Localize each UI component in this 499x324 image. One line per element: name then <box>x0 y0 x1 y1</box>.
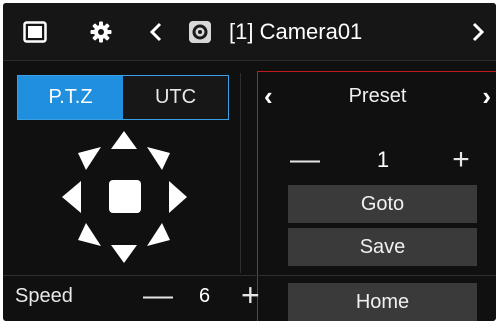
speed-value: 6 <box>199 285 211 307</box>
speed-label: Speed <box>15 285 73 307</box>
panel-divider <box>240 73 241 273</box>
camera-icon <box>183 3 217 61</box>
center-stop-button[interactable] <box>109 180 141 213</box>
preset-panel: ‹ Preset › — 1 + Goto Save Home <box>257 71 496 321</box>
speed-decrement-button[interactable]: — <box>143 279 173 313</box>
preset-decrement-button[interactable]: — <box>288 143 322 177</box>
pan-down-left-button[interactable] <box>78 223 101 246</box>
chevron-right-icon[interactable] <box>465 3 491 61</box>
tab-ptz[interactable]: P.T.Z <box>18 76 123 119</box>
tab-utc[interactable]: UTC <box>123 76 228 119</box>
preset-prev-chevron-icon[interactable]: ‹ <box>264 83 273 109</box>
preset-header: ‹ Preset › <box>258 72 496 120</box>
save-button[interactable]: Save <box>288 228 477 266</box>
pan-left-button[interactable] <box>62 181 81 213</box>
bottom-divider <box>3 275 496 276</box>
chevron-left-icon[interactable] <box>141 3 171 61</box>
ptz-direction-pad <box>43 125 203 270</box>
pan-up-right-button[interactable] <box>147 147 170 170</box>
goto-button[interactable]: Goto <box>288 185 477 223</box>
preset-increment-button[interactable]: + <box>444 143 478 177</box>
pan-down-button[interactable] <box>111 245 137 263</box>
preset-number-stepper: — 1 + <box>288 142 478 178</box>
preset-next-chevron-icon[interactable]: › <box>482 83 491 109</box>
gear-icon[interactable] <box>81 3 121 61</box>
window-icon[interactable] <box>13 3 57 61</box>
pan-up-left-button[interactable] <box>78 147 101 170</box>
pan-up-button[interactable] <box>111 131 137 149</box>
pan-down-right-button[interactable] <box>147 223 170 246</box>
camera-title: [1] Camera01 <box>229 19 363 44</box>
top-bar: [1] Camera01 <box>3 3 496 61</box>
ptz-control-panel: [1] Camera01 P.T.Z UTC ‹ Preset › — 1 + … <box>3 3 496 321</box>
preset-number-value: 1 <box>376 147 390 172</box>
pan-right-button[interactable] <box>169 181 187 213</box>
preset-label: Preset <box>348 84 407 107</box>
home-button[interactable]: Home <box>288 283 477 321</box>
speed-increment-button[interactable]: + <box>241 277 260 314</box>
mode-tabs: P.T.Z UTC <box>17 75 229 120</box>
